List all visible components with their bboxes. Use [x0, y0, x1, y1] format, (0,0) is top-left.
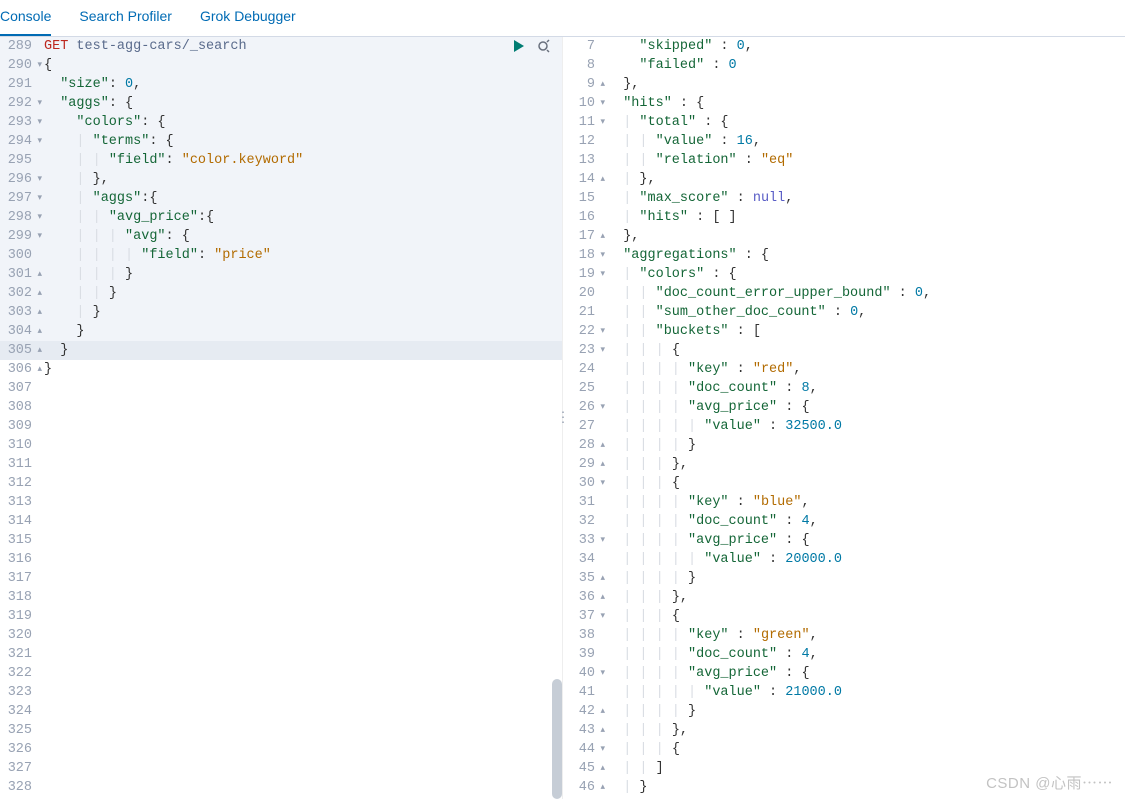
run-request-icon[interactable] — [512, 39, 526, 53]
request-options-icon[interactable] — [536, 39, 552, 53]
scrollbar-vertical[interactable] — [552, 679, 562, 799]
tab-console[interactable]: Console — [0, 8, 51, 36]
watermark: CSDN @心雨⋯⋯ — [986, 772, 1113, 793]
request-editor-pane[interactable]: 289GET test-agg-cars/_search290▾{291 "si… — [0, 37, 563, 799]
tab-search-profiler[interactable]: Search Profiler — [79, 8, 172, 36]
pane-resize-handle[interactable]: ⋮ — [556, 410, 569, 427]
tab-grok-debugger[interactable]: Grok Debugger — [200, 8, 296, 36]
dev-tools-tabs: Console Search Profiler Grok Debugger — [0, 0, 1125, 37]
response-viewer-pane[interactable]: 7 "skipped" : 0,8 "failed" : 09▴ },10▾ "… — [563, 37, 1125, 799]
console-panes: 289GET test-agg-cars/_search290▾{291 "si… — [0, 37, 1125, 799]
request-editor[interactable]: 289GET test-agg-cars/_search290▾{291 "si… — [0, 37, 562, 797]
request-actions — [512, 39, 552, 53]
response-viewer: 7 "skipped" : 0,8 "failed" : 09▴ },10▾ "… — [563, 37, 1125, 797]
